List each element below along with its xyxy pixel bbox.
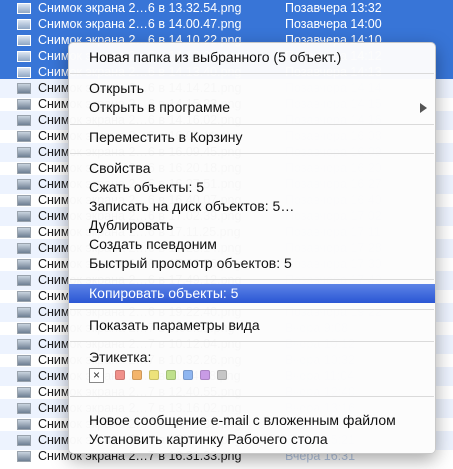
menu-item-show-view-options[interactable]: Показать параметры вида: [69, 316, 435, 335]
image-thumbnail-icon: [17, 163, 31, 174]
label-color-swatch[interactable]: [115, 370, 125, 380]
image-thumbnail-icon: [17, 83, 31, 94]
image-thumbnail-icon: [17, 259, 31, 270]
image-thumbnail-icon: [17, 419, 31, 430]
menu-item-open-with[interactable]: Открыть в программе: [69, 98, 435, 117]
menu-separator: [70, 153, 434, 154]
image-thumbnail-icon: [17, 355, 31, 366]
menu-separator: [70, 396, 434, 397]
image-thumbnail-icon: [17, 339, 31, 350]
label-color-swatch[interactable]: [132, 370, 142, 380]
menu-item-new-folder-from-selection[interactable]: Новая папка из выбранного (5 объект.): [69, 48, 435, 67]
menu-separator: [70, 341, 434, 342]
image-thumbnail-icon: [17, 323, 31, 334]
label-none-icon[interactable]: ×: [89, 368, 104, 383]
image-thumbnail-icon: [17, 147, 31, 158]
label-color-swatch[interactable]: [166, 370, 176, 380]
menu-item-compress[interactable]: Сжать объекты: 5: [69, 178, 435, 197]
image-thumbnail-icon: [17, 195, 31, 206]
image-thumbnail-icon: [17, 35, 31, 46]
image-thumbnail-icon: [17, 275, 31, 286]
image-thumbnail-icon: [17, 307, 31, 318]
image-thumbnail-icon: [17, 3, 31, 14]
menu-item-make-alias[interactable]: Создать псевдоним: [69, 235, 435, 254]
context-menu: Новая папка из выбранного (5 объект.) От…: [68, 42, 436, 454]
image-thumbnail-icon: [17, 115, 31, 126]
menu-item-new-email-with-attachment[interactable]: Новое сообщение e-mail с вложенным файло…: [69, 411, 435, 430]
label-color-swatch[interactable]: [200, 370, 210, 380]
image-thumbnail-icon: [17, 291, 31, 302]
image-thumbnail-icon: [17, 67, 31, 78]
submenu-arrow-icon: [420, 103, 427, 113]
image-thumbnail-icon: [17, 99, 31, 110]
label-color-swatch[interactable]: [149, 370, 159, 380]
menu-separator: [70, 309, 434, 310]
image-thumbnail-icon: [17, 451, 31, 462]
menu-item-copy[interactable]: Копировать объекты: 5: [69, 284, 435, 303]
menu-separator: [70, 73, 434, 74]
menu-item-move-to-trash[interactable]: Переместить в Корзину: [69, 128, 435, 147]
image-thumbnail-icon: [17, 403, 31, 414]
image-thumbnail-icon: [17, 19, 31, 30]
menu-separator: [70, 279, 434, 280]
label-color-swatch[interactable]: [217, 370, 227, 380]
menu-item-quick-look[interactable]: Быстрый просмотр объектов: 5: [69, 254, 435, 273]
menu-item-open-with-label: Открыть в программе: [89, 99, 231, 115]
menu-separator: [70, 124, 434, 125]
menu-item-burn-to-disc[interactable]: Записать на диск объектов: 5…: [69, 197, 435, 216]
image-thumbnail-icon: [17, 371, 31, 382]
menu-item-properties[interactable]: Свойства: [69, 159, 435, 178]
image-thumbnail-icon: [17, 387, 31, 398]
menu-label-heading: Этикетка:: [89, 349, 152, 365]
image-thumbnail-icon: [17, 179, 31, 190]
image-thumbnail-icon: [17, 51, 31, 62]
label-color-swatch[interactable]: [183, 370, 193, 380]
menu-item-duplicate[interactable]: Дублировать: [69, 216, 435, 235]
image-thumbnail-icon: [17, 435, 31, 446]
menu-item-set-desktop-picture[interactable]: Установить картинку Рабочего стола: [69, 430, 435, 449]
menu-item-open[interactable]: Открыть: [69, 79, 435, 98]
image-thumbnail-icon: [17, 243, 31, 254]
image-thumbnail-icon: [17, 211, 31, 222]
image-thumbnail-icon: [17, 131, 31, 142]
image-thumbnail-icon: [17, 227, 31, 238]
